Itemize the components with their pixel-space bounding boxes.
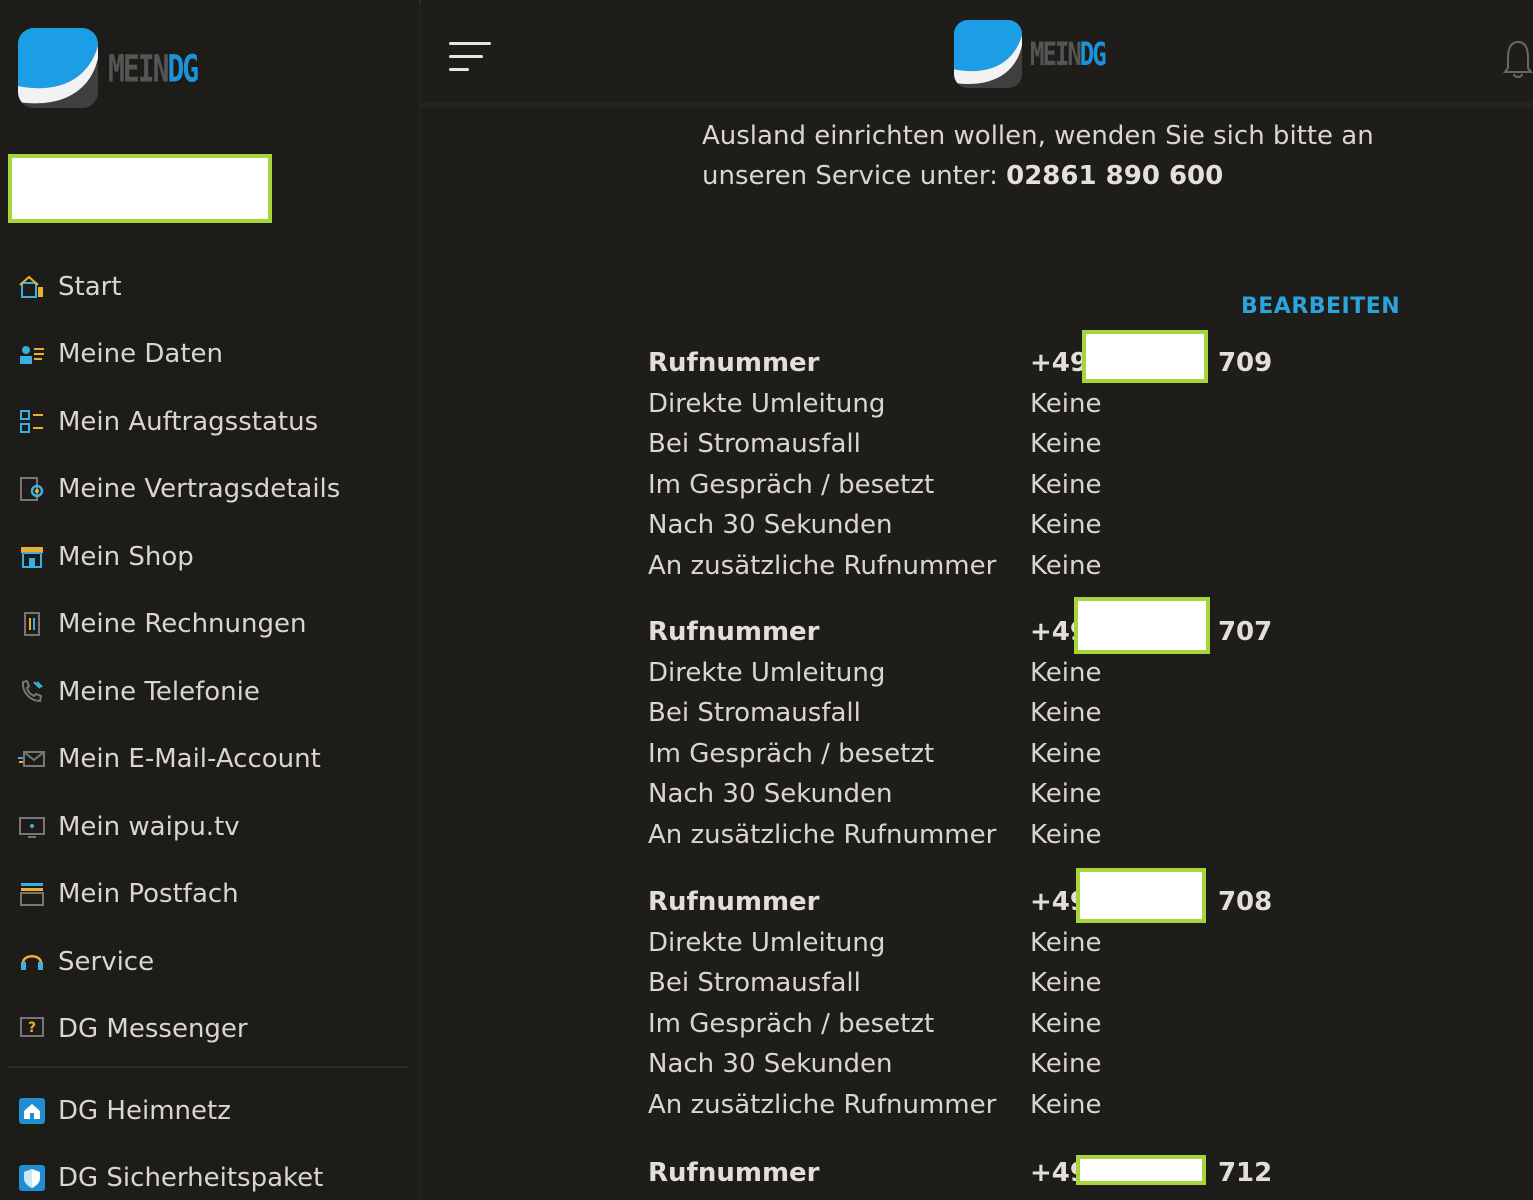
table-row: Direkte Umleitung Keine [648,657,1102,688]
headset-icon [21,954,43,970]
sidebar-item-start[interactable]: Start [0,253,420,321]
redacted-phone-number [1076,1155,1206,1185]
sidebar-item-meine-daten[interactable]: Meine Daten [0,321,420,389]
sidebar-extra-nav: DG Heimnetz DG Sicherheitspaket [0,1077,420,1200]
menu-toggle-icon[interactable] [449,40,491,76]
number-block-4: Rufnummer +49 712 [648,1153,1348,1194]
table-row: Nach 30 Sekunden Keine [648,779,1102,810]
sidebar-item-vertragsdetails[interactable]: Meine Vertragsdetails [0,456,420,524]
contract-icon [20,477,44,502]
number-block-3: Rufnummer +49 708 Direkte Umleitung Keine … [648,868,1348,1125]
sidebar-item-service[interactable]: Service [0,928,420,996]
shop-icon [21,546,43,568]
table-row: Rufnummer +49 712 [648,1153,1348,1194]
table-row: Rufnummer +49 708 [648,868,1348,923]
table-row: Nach 30 Sekunden Keine [648,1049,1102,1080]
shield-icon [19,1165,45,1192]
table-row: Direkte Umleitung Keine [648,927,1102,958]
brand-wordmark: MEINDG [108,45,199,91]
service-phone: 02861 890 600 [1006,161,1224,191]
meindg-logo-icon [954,20,1022,88]
tv-icon [19,816,45,838]
sidebar-item-telefonie[interactable]: Meine Telefonie [0,658,420,726]
number-block-2: Rufnummer +49 707 Direkte Umleitung Keine … [648,597,1348,855]
sidebar-item-email[interactable]: Mein E-Mail-Account [0,726,420,794]
sidebar-item-heimnetz[interactable]: DG Heimnetz [0,1077,420,1145]
table-row: Im Gespräch / besetzt Keine [648,469,1102,500]
sidebar-item-messenger[interactable]: ? DG Messenger [0,996,420,1064]
sidebar-nav: Start Meine Daten Mein Auftragsstatus Me… [0,253,420,1063]
redacted-phone-number [1076,868,1206,923]
sidebar-item-shop[interactable]: Mein Shop [0,523,420,591]
table-row: Rufnummer +49 707 [648,597,1348,654]
top-header: MEINDG [421,0,1533,108]
sidebar-item-rechnungen[interactable]: Meine Rechnungen [0,591,420,659]
sidebar-item-waipu[interactable]: Mein waipu.tv [0,793,420,861]
redacted-phone-number [1074,597,1210,654]
table-row: Bei Stromausfall Keine [648,968,1102,999]
messenger-icon: ? [20,1017,44,1038]
table-row: Bei Stromausfall Keine [648,698,1102,729]
table-row: Im Gespräch / besetzt Keine [648,738,1102,769]
info-text: Ausland einrichten wollen, wenden Sie si… [702,121,1374,191]
table-row: Bei Stromausfall Keine [648,429,1102,460]
number-block-1: Rufnummer +49 709 Direkte Umleitung Keine … [648,330,1348,586]
edit-button[interactable]: BEARBEITEN [1241,294,1400,319]
brand-wordmark: MEINDG [1030,35,1107,73]
bell-icon[interactable] [1503,38,1533,80]
redacted-customer-name [8,154,272,223]
table-row: Im Gespräch / besetzt Keine [648,1008,1102,1039]
table-row: An zusätzliche Rufnummer Keine [648,1089,1102,1120]
sidebar-divider [8,1066,408,1068]
sidebar-logo[interactable]: MEINDG [18,28,199,108]
home-network-icon [19,1097,45,1124]
mailbox-icon [20,883,44,907]
redacted-phone-number [1082,330,1208,383]
table-row: Rufnummer +49 709 [648,330,1348,384]
main-content: Ausland einrichten wollen, wenden Sie si… [421,114,1533,1200]
email-icon [18,751,45,768]
start-icon [19,275,43,298]
meindg-logo-icon [18,28,98,108]
table-row: An zusätzliche Rufnummer Keine [648,550,1102,581]
header-logo[interactable]: MEINDG [954,20,1107,88]
sidebar-item-auftragsstatus[interactable]: Mein Auftragsstatus [0,388,420,456]
table-row: An zusätzliche Rufnummer Keine [648,819,1102,850]
sidebar-item-postfach[interactable]: Mein Postfach [0,861,420,929]
phone-icon [21,679,43,702]
user-data-icon [20,346,44,365]
svg-text:?: ? [28,1020,36,1036]
invoice-icon [24,612,40,637]
order-status-icon [20,409,43,433]
table-row: Direkte Umleitung Keine [648,388,1102,419]
table-row: Nach 30 Sekunden Keine [648,510,1102,541]
sidebar-item-sicherheitspaket[interactable]: DG Sicherheitspaket [0,1145,420,1200]
sidebar: MEINDG Start Meine Daten Mein Auftragsst… [0,0,420,1200]
